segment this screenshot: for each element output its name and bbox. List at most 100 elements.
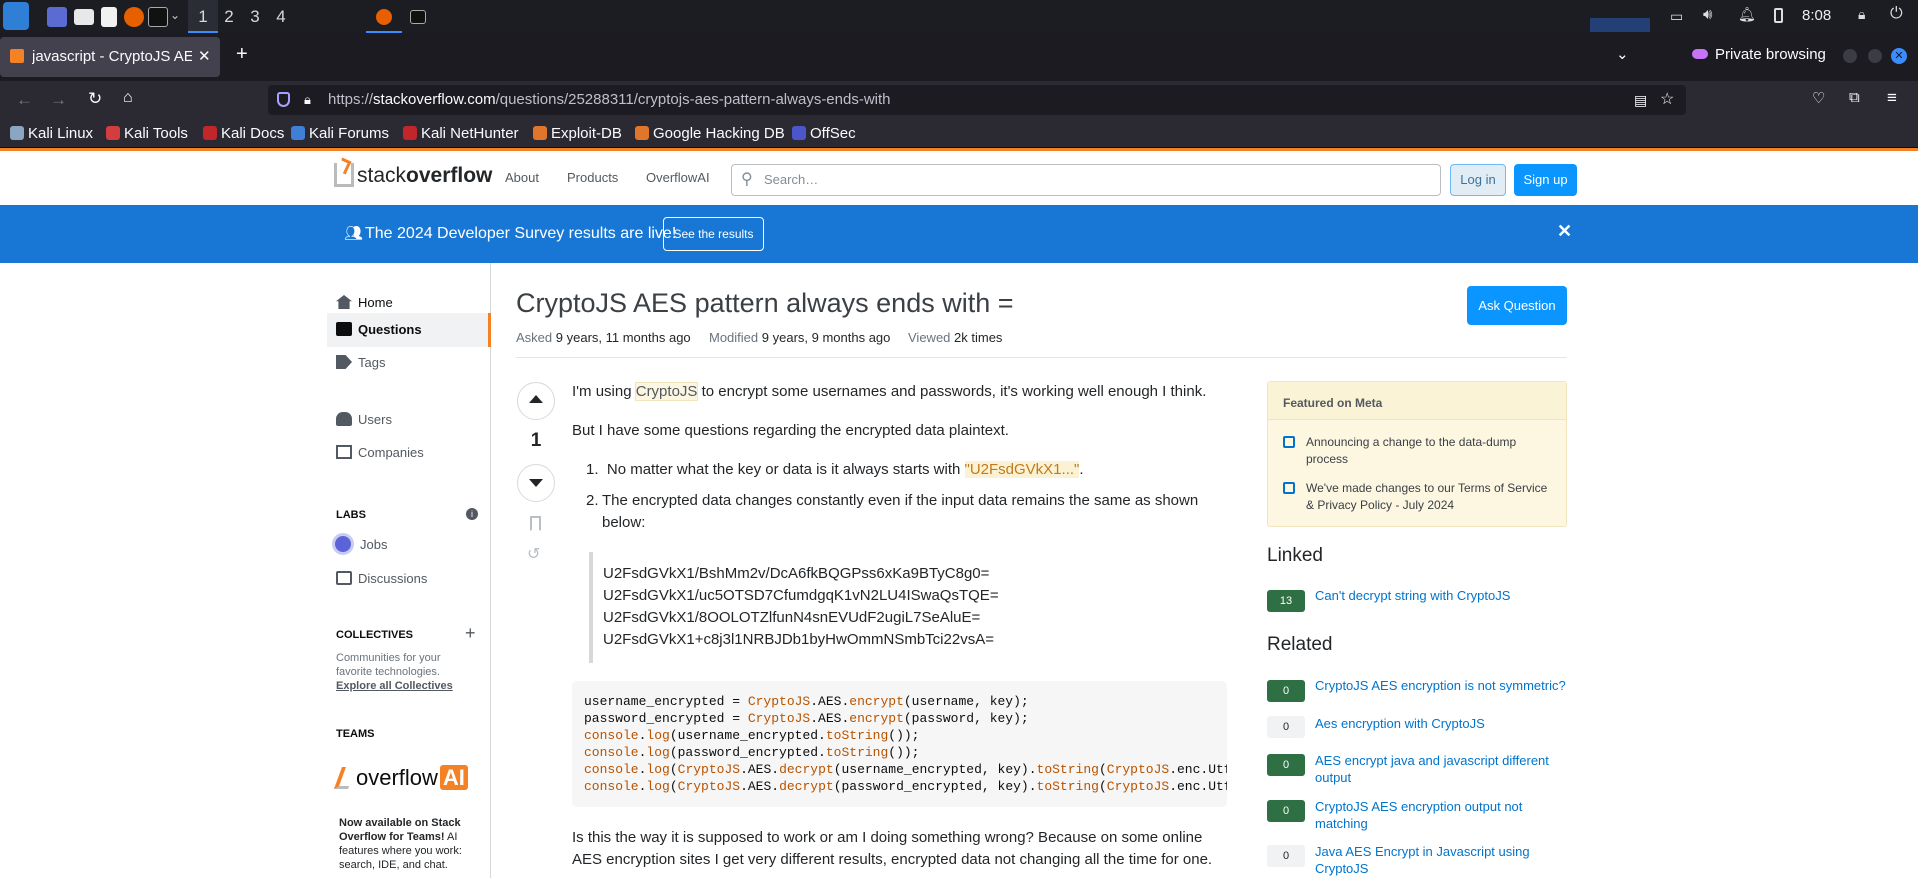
firefox-icon[interactable]	[124, 7, 144, 27]
meta-item-1[interactable]: Announcing a change to the data-dump pro…	[1306, 434, 1556, 468]
list-item-2: 2. The encrypted data changes constantly …	[586, 492, 1199, 531]
maximize-button[interactable]	[1868, 49, 1882, 63]
bookmark-offsec[interactable]: OffSec	[792, 124, 856, 144]
related-question[interactable]: Java AES Encrypt in Javascript using Cry…	[1315, 843, 1575, 877]
nav-products[interactable]: Products	[567, 170, 618, 185]
so-logo-icon	[334, 157, 354, 187]
kali-tools-icon	[106, 126, 120, 140]
extensions-icon[interactable]: ⧉	[1849, 89, 1860, 106]
so-logo[interactable]: stackoverflow	[334, 157, 492, 190]
chevron-down-icon[interactable]: ⌄	[170, 8, 180, 22]
bookmark-exploit-db[interactable]: Exploit-DB	[533, 124, 622, 144]
ask-question-button[interactable]: Ask Question	[1467, 286, 1567, 325]
upvote-button[interactable]	[517, 382, 555, 420]
sidebar-item-jobs[interactable]: Jobs	[332, 531, 387, 559]
sidebar-item-companies[interactable]: Companies	[336, 439, 424, 467]
cryptojs-link[interactable]: CryptoJS	[635, 383, 698, 400]
new-tab-button[interactable]: +	[236, 43, 248, 66]
explore-collectives-link[interactable]: Explore all Collectives	[336, 680, 453, 692]
collectives-heading: COLLECTIVES	[336, 629, 414, 641]
pocket-icon[interactable]: ♡	[1812, 89, 1825, 107]
bookmark-google-hacking-db[interactable]: Google Hacking DB	[635, 124, 785, 144]
forward-icon[interactable]: →	[50, 90, 67, 110]
linked-heading: Linked	[1267, 545, 1323, 566]
close-banner-icon[interactable]: ✕	[1557, 221, 1572, 242]
post-paragraph-3: Is this the way it is supposed to work o…	[572, 829, 1213, 868]
text-editor-icon[interactable]	[101, 7, 117, 27]
related-question[interactable]: Aes encryption with CryptoJS	[1315, 715, 1575, 732]
sidebar-item-questions[interactable]: Questions	[336, 316, 422, 344]
related-score: 0	[1267, 845, 1305, 867]
overflow-ai-logo-icon	[333, 767, 357, 789]
reader-view-icon[interactable]: ▤	[1634, 85, 1647, 115]
survey-banner: 👥︎ The 2024 Developer Survey results are…	[0, 205, 1918, 263]
browser-tab-active[interactable]: javascript - CryptoJS AES ✕	[0, 37, 220, 77]
notification-bell-icon[interactable]: 🔔︎	[1738, 6, 1756, 23]
sidebar-item-discussions[interactable]: Discussions	[336, 565, 427, 593]
history-icon[interactable]: ↺	[527, 544, 540, 564]
minimize-button[interactable]	[1843, 49, 1857, 63]
downvote-button[interactable]	[517, 464, 555, 502]
home-icon[interactable]: ⌂	[123, 89, 133, 107]
sidebar-item-tags[interactable]: Tags	[336, 349, 385, 377]
power-icon[interactable]: ⏻	[1890, 5, 1903, 23]
volume-icon[interactable]: 🔊︎	[1703, 6, 1712, 23]
terminal-window-icon[interactable]	[410, 10, 426, 24]
add-collective-icon[interactable]: +	[465, 623, 476, 644]
home-icon	[336, 295, 352, 309]
quote-line: U2FsdGVkX1/BshMm2v/DcA6fkBQGPss6xKa9BTyC…	[603, 565, 990, 582]
sidebar-item-users[interactable]: Users	[336, 406, 392, 434]
firefox-window-icon[interactable]	[376, 9, 392, 25]
kali-menu-icon[interactable]	[3, 2, 29, 30]
see-results-button[interactable]: See the results	[663, 217, 764, 251]
code-block[interactable]: username_encrypted = CryptoJS.AES.encryp…	[572, 681, 1227, 807]
battery-icon[interactable]	[1774, 8, 1783, 23]
bookmark-kali-tools[interactable]: Kali Tools	[106, 124, 188, 144]
overflow-ai-logo: overflow AI	[333, 765, 468, 791]
desktop-icon[interactable]	[47, 7, 67, 27]
bookmark-icon[interactable]	[530, 516, 541, 531]
close-window-button[interactable]: ✕	[1891, 48, 1907, 64]
file-manager-icon[interactable]	[74, 9, 94, 25]
bookmark-kali-nethunter[interactable]: Kali NetHunter	[403, 124, 519, 144]
related-question[interactable]: CryptoJS AES encryption is not symmetric…	[1315, 677, 1575, 694]
teams-heading: TEAMS	[336, 728, 375, 740]
banner-text: The 2024 Developer Survey results are li…	[365, 225, 677, 242]
bookmark-kali-forums[interactable]: Kali Forums	[291, 124, 389, 144]
search-input[interactable]: ⚲ Search…	[731, 164, 1441, 196]
reload-icon[interactable]: ↻	[88, 89, 102, 109]
meta-post-icon	[1283, 482, 1295, 494]
nav-overflowai[interactable]: OverflowAI	[646, 170, 710, 185]
labs-info-icon[interactable]: i	[466, 508, 478, 520]
tag-icon	[336, 355, 352, 369]
linked-question[interactable]: Can't decrypt string with CryptoJS	[1315, 587, 1575, 604]
back-icon[interactable]: ←	[16, 90, 33, 110]
linked-score: 13	[1267, 590, 1305, 612]
tracking-protection-icon[interactable]	[277, 92, 290, 107]
nav-about[interactable]: About	[505, 170, 539, 185]
bookmark-kali-linux[interactable]: Kali Linux	[10, 124, 93, 144]
url-bar[interactable]: 🔒︎ https://stackoverflow.com/questions/2…	[268, 85, 1686, 115]
list-all-tabs-icon[interactable]: ⌄	[1616, 45, 1629, 63]
bookmark-star-icon[interactable]: ☆	[1660, 85, 1674, 115]
bookmarks-bar: Kali Linux Kali Tools Kali Docs Kali For…	[0, 120, 1918, 148]
terminal-icon[interactable]	[148, 7, 168, 27]
related-question[interactable]: AES encrypt java and javascript differen…	[1315, 752, 1575, 786]
signup-button[interactable]: Sign up	[1514, 164, 1577, 196]
list-item-1: 1. No matter what the key or data is it …	[586, 461, 1084, 478]
meta-item-2[interactable]: We've made changes to our Terms of Servi…	[1306, 480, 1556, 514]
post-paragraph-2: But I have some questions regarding the …	[572, 422, 1009, 439]
question-title[interactable]: CryptoJS AES pattern always ends with =	[516, 288, 1014, 319]
login-button[interactable]: Log in	[1450, 164, 1506, 196]
lock-icon[interactable]: 🔒︎	[1858, 6, 1865, 23]
workspace-4[interactable]: 4	[266, 0, 296, 33]
users-icon	[336, 412, 352, 426]
lock-icon[interactable]: 🔒︎	[304, 85, 311, 115]
close-tab-icon[interactable]: ✕	[198, 37, 211, 77]
menu-icon[interactable]: ≡	[1887, 88, 1897, 108]
divider	[516, 357, 1567, 358]
related-score: 0	[1267, 716, 1305, 738]
display-icon[interactable]: ▭	[1670, 8, 1683, 25]
bookmark-kali-docs[interactable]: Kali Docs	[203, 124, 284, 144]
related-question[interactable]: CryptoJS AES encryption output not match…	[1315, 798, 1575, 832]
